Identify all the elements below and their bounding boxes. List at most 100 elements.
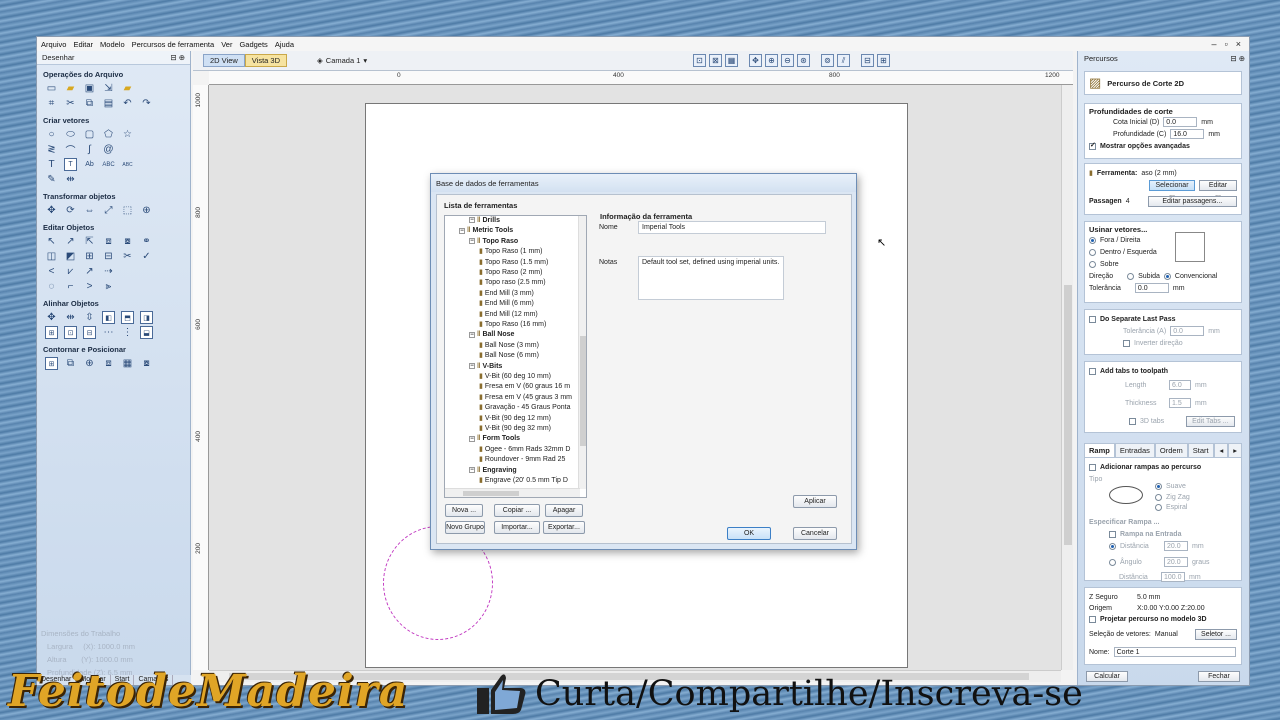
- offset-vector-icon[interactable]: ⧉: [64, 357, 77, 370]
- fillet-icon[interactable]: ✓: [140, 250, 153, 263]
- inside-radio[interactable]: [1089, 248, 1096, 256]
- edit-passes-button[interactable]: Editar passagens...: [1147, 195, 1237, 207]
- tree-tool-item[interactable]: ▮ End Mill (3 mm): [479, 289, 534, 299]
- close-vector-icon[interactable]: ◌: [45, 280, 58, 293]
- polygon-icon[interactable]: ⬠: [102, 128, 115, 141]
- add-tabs-checkbox[interactable]: [1089, 367, 1096, 375]
- menu-modelo[interactable]: Modelo: [100, 40, 125, 49]
- tool-name-input[interactable]: Imperial Tools: [638, 221, 826, 234]
- circular-array-icon[interactable]: ⧇: [140, 357, 153, 370]
- nest-icon[interactable]: ⊞: [45, 357, 58, 370]
- selector-button[interactable]: Seletor ...: [1195, 628, 1237, 640]
- collapse-icon[interactable]: −: [469, 362, 475, 369]
- ramp-entry-checkbox[interactable]: [1109, 530, 1116, 538]
- rectangle-icon[interactable]: ▢: [83, 128, 96, 141]
- advanced-options-checkbox[interactable]: [1089, 141, 1096, 150]
- align-sheet-icon[interactable]: ⊞: [45, 326, 58, 339]
- rotate-icon[interactable]: ⟳: [64, 204, 77, 217]
- chevron-right-icon[interactable]: >: [83, 280, 96, 293]
- tree-tool-item[interactable]: ▮ Topo Raso (16 mm): [479, 320, 546, 330]
- tab-2d-view[interactable]: 2D View: [203, 54, 245, 67]
- close-icon[interactable]: ×: [1236, 39, 1241, 49]
- text-icon[interactable]: T: [45, 158, 58, 171]
- toolpath-name-input[interactable]: Corte 1: [1113, 647, 1236, 657]
- offset-icon[interactable]: ⩗: [64, 265, 77, 278]
- tree-tool-item[interactable]: ▮ Topo raso (2.5 mm): [479, 278, 546, 288]
- scissors-icon[interactable]: ✂: [121, 250, 134, 263]
- group-icon[interactable]: ⧈: [102, 235, 115, 248]
- pin-icon[interactable]: ⊟ ⊕: [1230, 54, 1245, 63]
- tree-group[interactable]: − ‖ Form Tools: [469, 434, 520, 444]
- zigzag-radio[interactable]: [1155, 493, 1162, 501]
- ellipse-icon[interactable]: ⬭: [64, 128, 77, 141]
- tolerance-input[interactable]: 0.0: [1134, 283, 1169, 293]
- node-edit-icon[interactable]: ↖: [45, 235, 58, 248]
- tree-tool-item[interactable]: ▮ Fresa em V (60 graus 16 m: [479, 382, 570, 392]
- tab-length-input[interactable]: 6.0: [1169, 380, 1191, 390]
- menu-ajuda[interactable]: Ajuda: [275, 40, 294, 49]
- import-button[interactable]: Importar...: [494, 521, 540, 534]
- project-3d-checkbox[interactable]: [1089, 615, 1096, 623]
- transform-icon[interactable]: ↗: [64, 235, 77, 248]
- weld-icon[interactable]: ⚭: [140, 235, 153, 248]
- outside-radio[interactable]: [1089, 236, 1096, 244]
- new-file-icon[interactable]: ▭: [45, 82, 58, 95]
- edit-tool-button[interactable]: Editar ...: [1199, 179, 1237, 198]
- zoom-fit-icon[interactable]: ⊠: [709, 54, 722, 67]
- distort-icon[interactable]: ⫸: [102, 280, 115, 293]
- apply-button[interactable]: Aplicar: [793, 495, 837, 508]
- tree-tool-item[interactable]: ▮ Ball Nose (6 mm): [479, 351, 539, 361]
- polyline-icon[interactable]: ≷: [45, 143, 58, 156]
- align-page-icon[interactable]: ⊡: [64, 326, 77, 339]
- start-depth-input[interactable]: 0.0: [1163, 117, 1198, 127]
- tree-group[interactable]: − ‖ Engraving: [469, 466, 517, 476]
- copy-along-icon[interactable]: ⊕: [83, 357, 96, 370]
- arc-icon[interactable]: ⌒: [64, 143, 77, 157]
- menu-editar[interactable]: Editar: [73, 40, 93, 49]
- scale-icon[interactable]: ⤢: [102, 204, 115, 217]
- on-radio[interactable]: [1089, 260, 1096, 268]
- tree-tool-item[interactable]: ▮ Ogee - 6mm Rads 32mm D: [479, 445, 570, 455]
- tree-tool-item[interactable]: ▮ Gravação - 45 Graus Ponta: [479, 403, 570, 413]
- toolpath-preview-icon[interactable]: ⫽: [837, 54, 850, 67]
- redo-icon[interactable]: ↷: [140, 97, 153, 110]
- restore-icon[interactable]: ▫: [1225, 39, 1228, 49]
- layout-split-icon[interactable]: ⊟: [861, 54, 874, 67]
- invert-direction-checkbox[interactable]: [1123, 339, 1130, 347]
- select-icon[interactable]: ⌗: [45, 97, 58, 110]
- zoom-all-icon[interactable]: ⊛: [797, 54, 810, 67]
- chevron-left-icon[interactable]: <: [45, 265, 58, 278]
- move-icon[interactable]: ✥: [45, 204, 58, 217]
- cut-depth-input[interactable]: 16.0: [1170, 129, 1205, 139]
- menu-arquivo[interactable]: Arquivo: [41, 40, 66, 49]
- close-panel-button[interactable]: Fechar: [1198, 671, 1240, 682]
- collapse-icon[interactable]: −: [469, 237, 475, 244]
- zoom-box-icon[interactable]: ⊡: [693, 54, 706, 67]
- menu-percursos[interactable]: Percursos de ferramenta: [132, 40, 215, 49]
- collapse-icon[interactable]: −: [469, 435, 475, 442]
- text-path-icon[interactable]: Ab: [83, 158, 96, 171]
- tree-group[interactable]: − ‖ Metric Tools: [459, 226, 513, 236]
- angle-radio[interactable]: [1109, 558, 1116, 566]
- export-button[interactable]: Exportar...: [543, 521, 585, 534]
- tree-group[interactable]: − ‖ Drills: [469, 216, 500, 226]
- delete-tool-button[interactable]: Apagar: [545, 504, 583, 517]
- bounding-icon[interactable]: ⬚: [121, 204, 134, 217]
- edit-tabs-button[interactable]: Edit Tabs ...: [1186, 415, 1235, 427]
- array-icon[interactable]: ⊟: [102, 250, 115, 263]
- layer-selector[interactable]: ◈ Camada 1 ▾: [317, 56, 367, 65]
- snap-icon[interactable]: ✥: [749, 54, 762, 67]
- tree-tool-item[interactable]: ▮ Roundover - 9mm Rad 25: [479, 455, 565, 465]
- tree-tool-item[interactable]: ▮ End Mill (6 mm): [479, 299, 534, 309]
- cancel-button[interactable]: Cancelar: [793, 527, 837, 540]
- collapse-icon[interactable]: −: [469, 217, 475, 224]
- tool-tree[interactable]: ▮ Engrave (20' 0.5 mm Tip D − ‖ Engraving ▮ Ro…: [444, 215, 587, 498]
- tool-notes-input[interactable]: Default tool set, defined using imperial…: [638, 256, 784, 300]
- zoom-selected-icon[interactable]: ⊚: [821, 54, 834, 67]
- tree-tool-item[interactable]: ▮ Ball Nose (3 mm): [479, 341, 539, 351]
- circle-icon[interactable]: ○: [45, 128, 58, 141]
- calculate-button[interactable]: Calcular: [1086, 671, 1128, 682]
- text-arc-icon[interactable]: ABC: [102, 158, 115, 171]
- new-group-button[interactable]: Novo Grupo: [445, 521, 485, 534]
- tree-tool-item[interactable]: ▮ Topo Raso (1.5 mm): [479, 258, 548, 268]
